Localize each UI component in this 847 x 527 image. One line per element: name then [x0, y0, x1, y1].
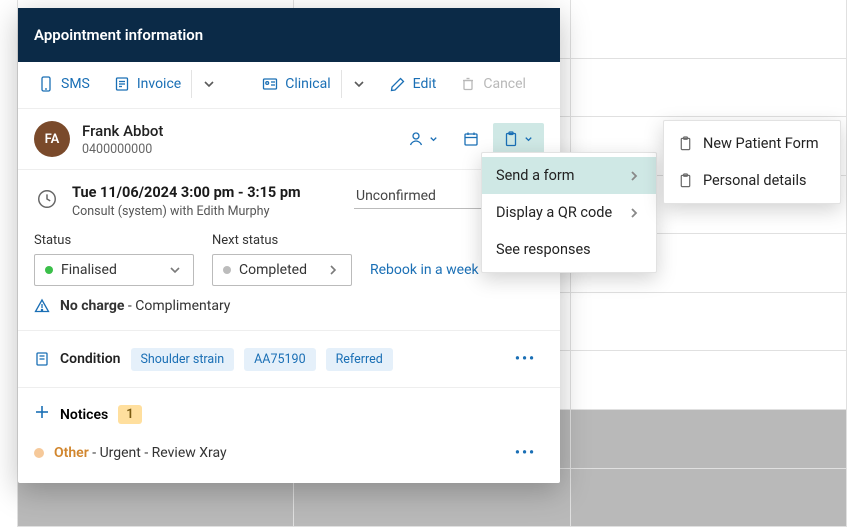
charge-row: No charge - Complimentary: [18, 298, 560, 330]
submenu-item-new-patient[interactable]: New Patient Form: [664, 125, 840, 162]
status-row: Status Finalised Next status Completed R…: [18, 229, 560, 298]
menu-item-label: Send a form: [496, 167, 575, 184]
condition-row: Condition Shoulder strain AA75190 Referr…: [18, 331, 560, 387]
warning-icon: [34, 298, 50, 314]
toolbar-label: SMS: [61, 76, 90, 92]
confirmation-status-value: Unconfirmed: [356, 188, 436, 204]
edit-button[interactable]: Edit: [380, 70, 447, 98]
chevron-down-icon: [201, 76, 217, 92]
menu-item-see-responses[interactable]: See responses: [482, 231, 656, 268]
invoice-icon: [114, 76, 130, 92]
person-icon: [408, 131, 424, 147]
appointment-datetime: Tue 11/06/2024 3:00 pm - 3:15 pm: [72, 184, 301, 201]
chevron-down-icon: [523, 131, 534, 147]
toolbar: SMS Invoice Clinical Edit: [18, 62, 560, 109]
modal-header: Appointment information: [18, 8, 560, 62]
menu-item-label: Personal details: [703, 172, 806, 189]
notices-label: Notices: [60, 407, 108, 423]
notice-item: Other - Urgent - Review Xray •••: [18, 441, 560, 483]
condition-more-button[interactable]: •••: [507, 347, 544, 371]
forms-dropdown-button[interactable]: [493, 123, 544, 155]
clipboard-icon: [678, 136, 693, 151]
phone-icon: [38, 76, 54, 92]
status-dot-icon: [223, 266, 231, 274]
notices-row: Notices 1: [18, 387, 560, 441]
menu-item-label: New Patient Form: [703, 135, 819, 152]
chevron-right-icon: [626, 205, 642, 221]
patient-row: FA Frank Abbot 0400000000: [18, 109, 560, 170]
status-label: Status: [34, 233, 194, 248]
modal-title: Appointment information: [34, 26, 203, 44]
toolbar-label: Clinical: [285, 76, 330, 92]
chevron-down-icon: [428, 131, 439, 147]
status-select[interactable]: Finalised: [34, 254, 194, 286]
patient-name[interactable]: Frank Abbot: [82, 122, 163, 140]
trash-icon: [460, 76, 476, 92]
clinical-dropdown[interactable]: [341, 70, 376, 98]
clinical-button[interactable]: Clinical: [252, 70, 340, 98]
sms-button[interactable]: SMS: [28, 70, 100, 98]
next-status-label: Next status: [212, 233, 352, 248]
patient-profile-button[interactable]: [398, 123, 449, 155]
close-icon[interactable]: [532, 22, 544, 48]
appointment-modal: Appointment information SMS Invoice Clin…: [18, 8, 560, 483]
chevron-right-icon: [626, 168, 642, 184]
id-card-icon: [262, 76, 278, 92]
clock-icon: [34, 186, 60, 212]
add-notice-button[interactable]: [34, 404, 50, 425]
invoice-button[interactable]: Invoice: [104, 70, 191, 98]
appointment-subtitle: Consult (system) with Edith Murphy: [72, 204, 301, 219]
menu-item-label: Display a QR code: [496, 204, 612, 221]
condition-icon: [34, 351, 50, 367]
avatar-initials: FA: [45, 132, 60, 147]
toolbar-label: Invoice: [137, 76, 181, 92]
rebook-link[interactable]: Rebook in a week: [370, 262, 479, 286]
condition-label: Condition: [60, 351, 121, 367]
notice-more-button[interactable]: •••: [507, 441, 544, 465]
status-dot-icon: [45, 266, 53, 274]
cancel-button: Cancel: [450, 70, 536, 98]
avatar: FA: [34, 121, 70, 157]
calendar-icon: [463, 131, 479, 147]
patient-phone: 0400000000: [82, 142, 163, 157]
next-status-button[interactable]: Completed: [212, 254, 352, 286]
notice-category: Other: [54, 445, 89, 461]
condition-tag[interactable]: Referred: [326, 348, 393, 371]
condition-tag[interactable]: AA75190: [244, 348, 315, 371]
next-status-value: Completed: [239, 262, 307, 278]
menu-item-qr-code[interactable]: Display a QR code: [482, 194, 656, 231]
forms-menu: Send a form Display a QR code See respon…: [481, 152, 657, 273]
status-value: Finalised: [61, 262, 117, 278]
notice-dot-icon: [34, 448, 44, 458]
notice-text: - Urgent - Review Xray: [89, 445, 227, 461]
condition-tag[interactable]: Shoulder strain: [131, 348, 235, 371]
clipboard-icon: [678, 173, 693, 188]
toolbar-label: Cancel: [483, 76, 526, 92]
calendar-button[interactable]: [453, 123, 489, 155]
invoice-dropdown[interactable]: [191, 70, 226, 98]
chevron-down-icon: [351, 76, 367, 92]
toolbar-label: Edit: [413, 76, 437, 92]
menu-item-label: See responses: [496, 241, 591, 258]
chevron-down-icon: [167, 262, 183, 278]
forms-submenu: New Patient Form Personal details: [663, 120, 841, 204]
notices-count-badge: 1: [118, 405, 141, 424]
charge-prefix: No charge: [60, 298, 124, 314]
menu-item-send-form[interactable]: Send a form: [482, 157, 656, 194]
appointment-row: Tue 11/06/2024 3:00 pm - 3:15 pm Consult…: [18, 170, 560, 229]
pencil-icon: [390, 76, 406, 92]
clipboard-icon: [503, 131, 519, 147]
chevron-right-icon: [325, 262, 341, 278]
charge-detail: - Complimentary: [124, 298, 230, 314]
submenu-item-personal-details[interactable]: Personal details: [664, 162, 840, 199]
